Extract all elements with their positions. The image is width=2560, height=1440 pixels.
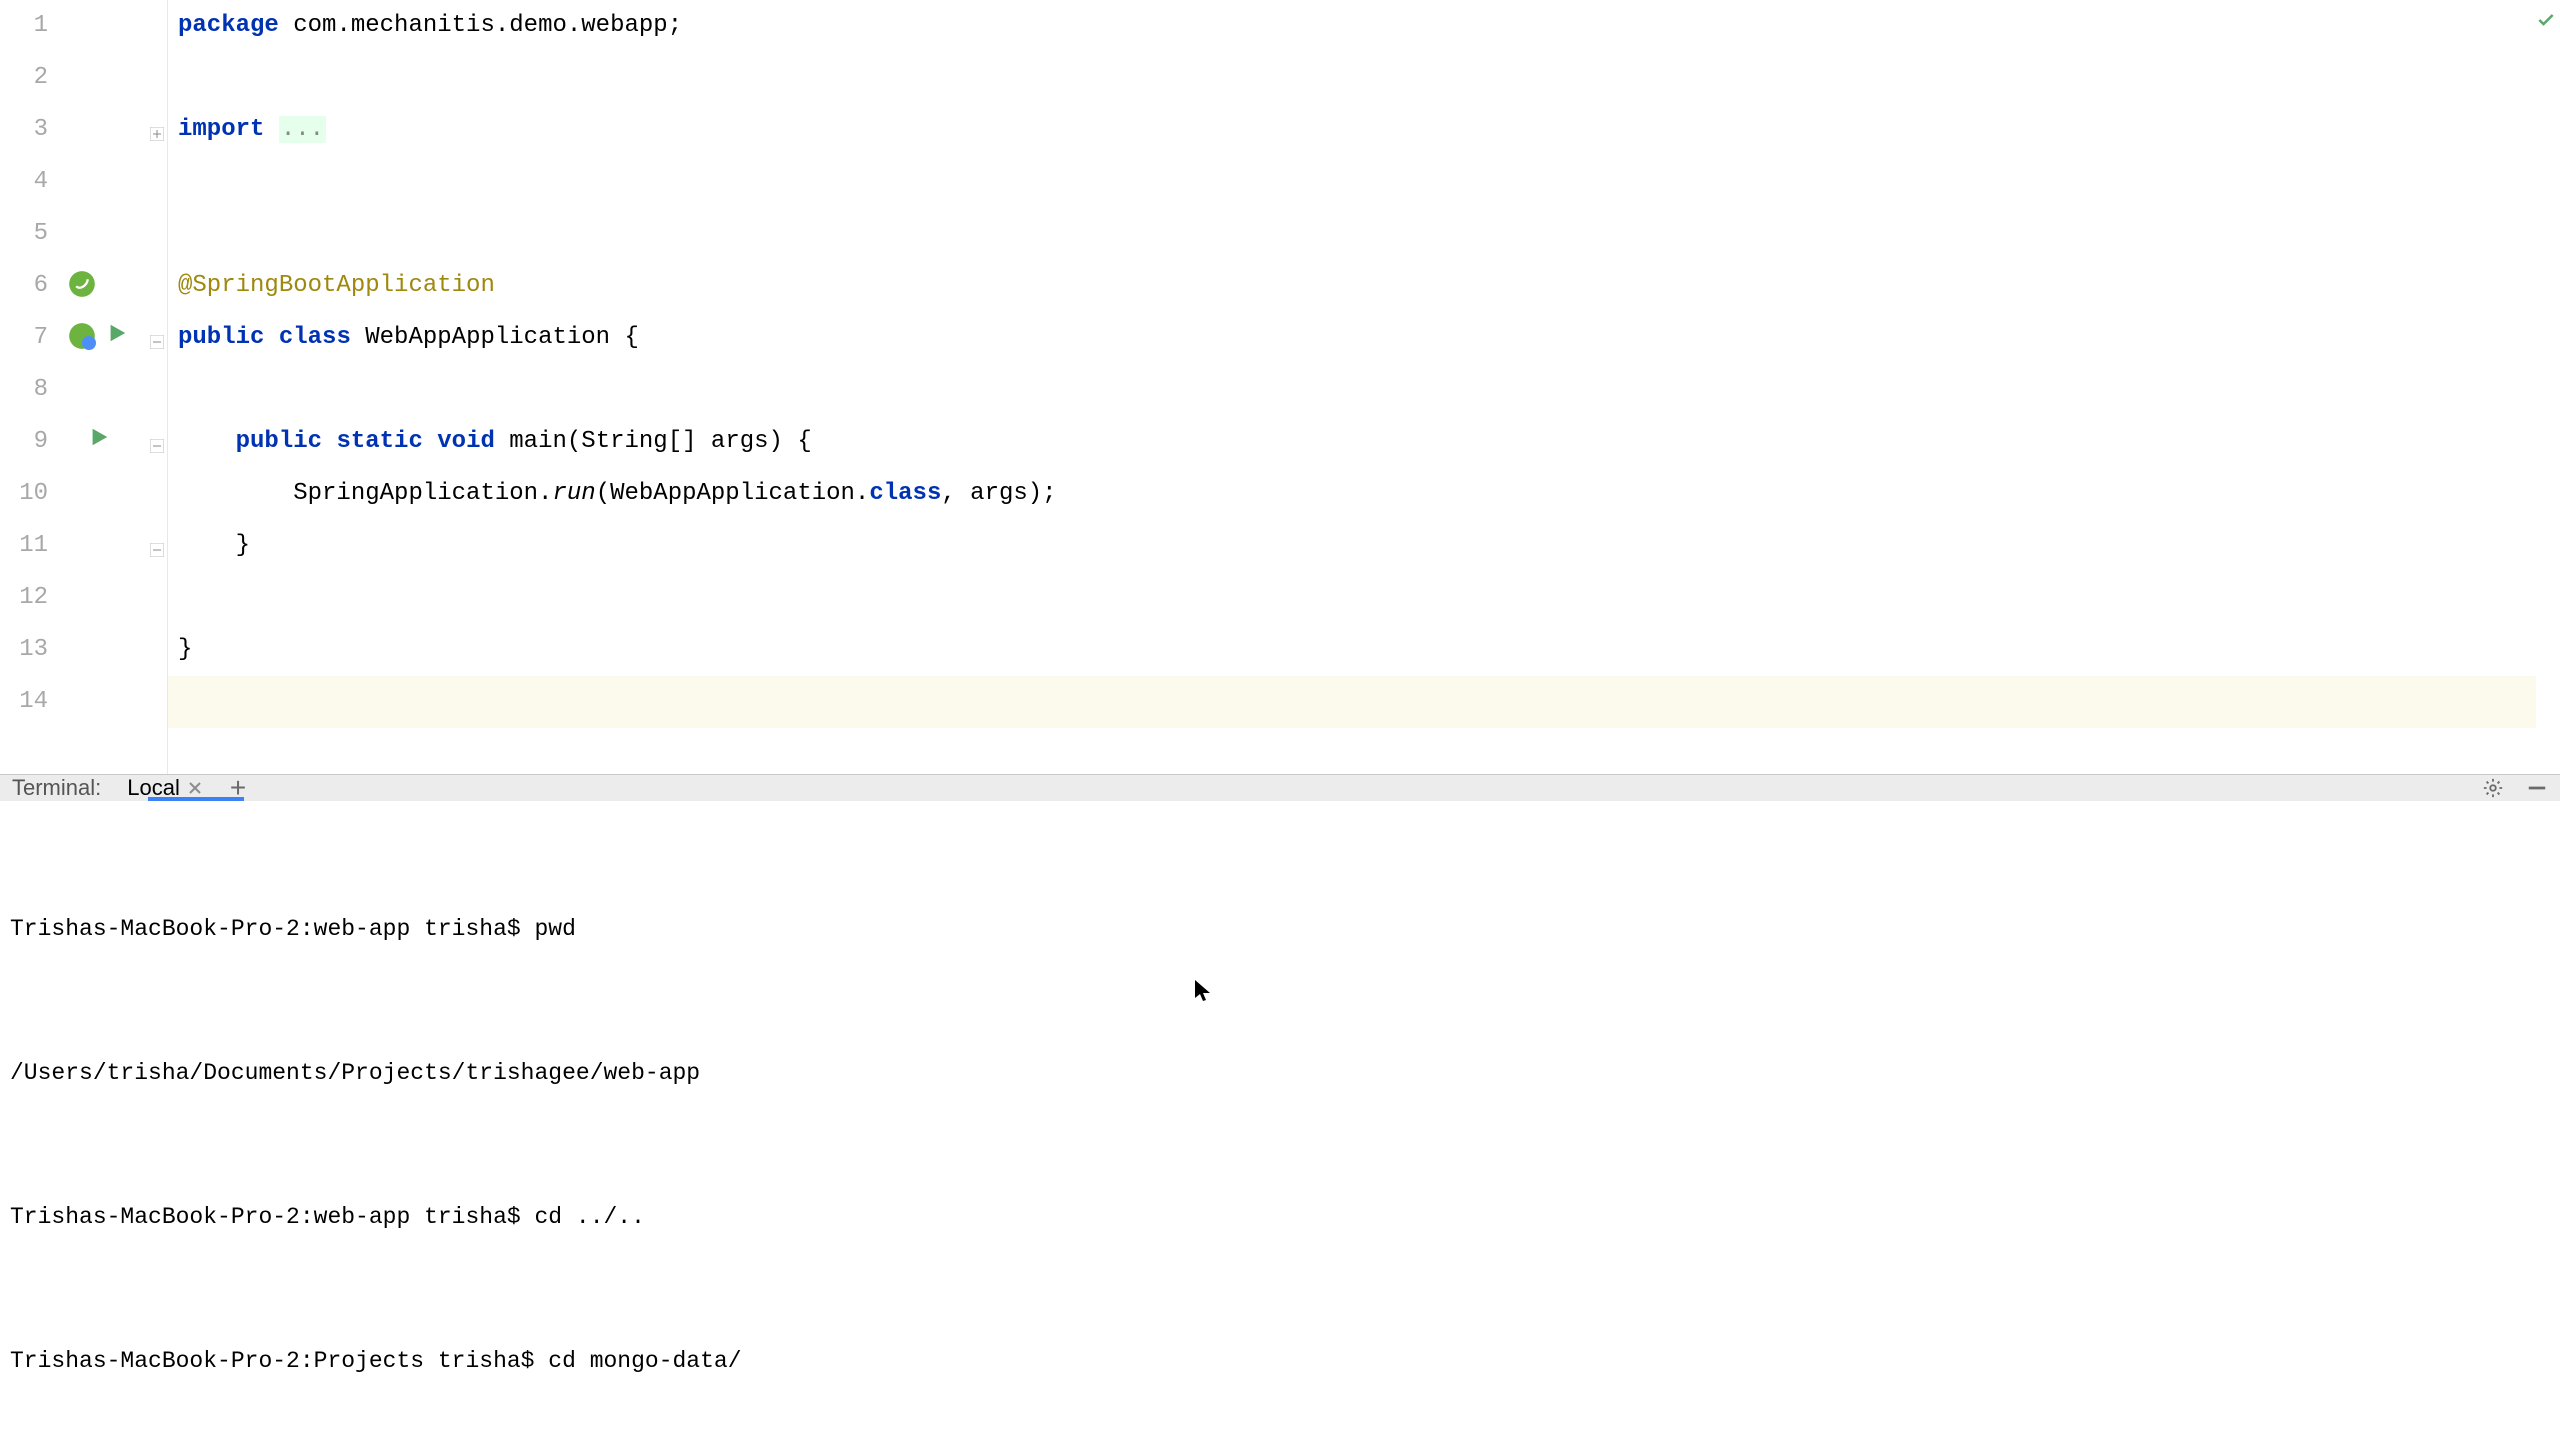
terminal-body[interactable]: Trishas-MacBook-Pro-2:web-app trisha$ pw…	[0, 801, 2560, 1440]
line-number: 8	[0, 364, 48, 416]
line-number: 13	[0, 624, 48, 676]
line-number: 1	[0, 0, 48, 52]
line-number: 14	[0, 676, 48, 728]
line-number: 2	[0, 52, 48, 104]
fold-collapse-icon[interactable]	[150, 330, 164, 344]
terminal-line: Trishas-MacBook-Pro-2:Projects trisha$ c…	[10, 1337, 2550, 1385]
line-number: 5	[0, 208, 48, 260]
fold-end-icon[interactable]	[150, 538, 164, 552]
fold-collapse-icon[interactable]	[150, 434, 164, 448]
gear-icon[interactable]	[2482, 777, 2504, 799]
run-gutter-icon[interactable]	[106, 322, 138, 354]
code-line[interactable]: package com.mechanitis.demo.webapp;	[178, 0, 682, 52]
terminal-pane: Terminal: Local + Trishas-MacBook-Pro-2:…	[0, 774, 2560, 1404]
code-line[interactable]: }	[178, 624, 192, 676]
code-line[interactable]: @SpringBootApplication	[178, 260, 495, 312]
code-line[interactable]: public class WebAppApplication {	[178, 312, 639, 364]
code-line[interactable]: public static void main(String[] args) {	[178, 416, 812, 468]
error-stripe[interactable]	[2536, 0, 2560, 774]
folded-region[interactable]: ...	[279, 116, 326, 143]
terminal-title: Terminal:	[12, 775, 101, 801]
spring-bean-icon[interactable]	[68, 270, 100, 302]
editor-pane: 1 2 3 4 5 6 7 8 9 10 11 12 13 14	[0, 0, 2560, 774]
code-line[interactable]: import ...	[178, 104, 326, 156]
line-number: 11	[0, 520, 48, 572]
inspections-ok-icon[interactable]	[2536, 10, 2556, 38]
add-terminal-button[interactable]: +	[230, 778, 246, 798]
code-line[interactable]: }	[178, 520, 250, 572]
line-number: 10	[0, 468, 48, 520]
editor-gutter: 1 2 3 4 5 6 7 8 9 10 11 12 13 14	[0, 0, 168, 774]
terminal-line: Trishas-MacBook-Pro-2:web-app trisha$ cd…	[10, 1193, 2550, 1241]
current-line-highlight	[168, 676, 2560, 728]
terminal-line: /Users/trisha/Documents/Projects/trishag…	[10, 1049, 2550, 1097]
spring-boot-icon[interactable]	[68, 322, 100, 354]
code-line[interactable]: SpringApplication.run(WebAppApplication.…	[178, 468, 1057, 520]
line-number: 7	[0, 312, 48, 364]
close-tab-icon[interactable]	[188, 781, 202, 795]
terminal-line: Trishas-MacBook-Pro-2:web-app trisha$ pw…	[10, 905, 2550, 953]
minimize-icon[interactable]	[2526, 777, 2548, 799]
line-number: 6	[0, 260, 48, 312]
code-area[interactable]: package com.mechanitis.demo.webapp; impo…	[168, 0, 2560, 774]
line-number: 12	[0, 572, 48, 624]
terminal-header: Terminal: Local +	[0, 775, 2560, 801]
line-number: 4	[0, 156, 48, 208]
fold-expand-icon[interactable]	[150, 122, 164, 136]
run-gutter-icon[interactable]	[88, 426, 120, 458]
line-number: 3	[0, 104, 48, 156]
line-number: 9	[0, 416, 48, 468]
